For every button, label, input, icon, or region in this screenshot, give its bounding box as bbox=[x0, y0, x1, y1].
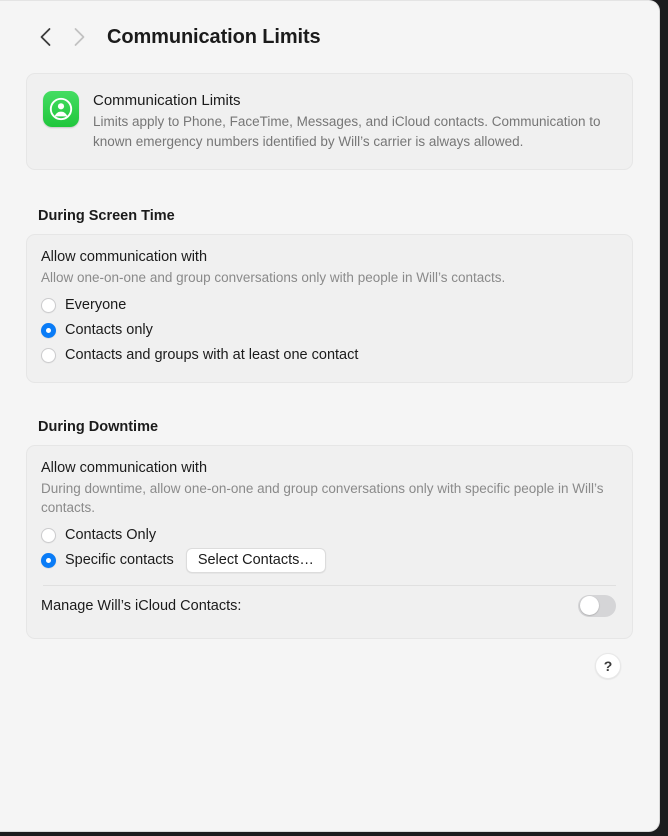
back-button[interactable] bbox=[28, 20, 62, 54]
screen-time-field-label: Allow communication with bbox=[41, 249, 208, 265]
help-button[interactable]: ? bbox=[595, 652, 621, 679]
radio-label: Everyone bbox=[65, 297, 127, 313]
screen-time-field-help: Allow one-on-one and group conversations… bbox=[41, 270, 506, 285]
radio-option-contacts-and-groups[interactable]: Contacts and groups with at least one co… bbox=[41, 343, 618, 368]
radio-option-specific-contacts[interactable]: Specific contacts Select Contacts… bbox=[41, 547, 618, 573]
toggle-knob bbox=[579, 596, 599, 615]
downtime-card: Allow communication with During downtime… bbox=[26, 444, 633, 639]
radio-option-everyone[interactable]: Everyone bbox=[41, 293, 618, 318]
radio-option-contacts-only-downtime[interactable]: Contacts Only bbox=[41, 523, 618, 548]
info-description: Limits apply to Phone, FaceTime, Message… bbox=[93, 114, 601, 149]
settings-content: Communication Limits Communication Limit… bbox=[0, 1, 659, 679]
radio-label: Contacts only bbox=[65, 322, 153, 338]
person-circle-glyph bbox=[49, 97, 73, 121]
radio-indicator bbox=[41, 347, 56, 363]
screen-time-radio-group: Everyone Contacts only Contacts and grou… bbox=[41, 293, 618, 368]
radio-label: Contacts Only bbox=[65, 527, 157, 543]
communication-limits-info-card: Communication Limits Limits apply to Pho… bbox=[26, 73, 633, 170]
radio-label: Specific contacts bbox=[65, 552, 174, 568]
chevron-right-icon bbox=[73, 27, 86, 47]
question-mark-icon: ? bbox=[603, 657, 613, 674]
screen-time-section-title: During Screen Time bbox=[38, 208, 175, 224]
manage-icloud-contacts-label: Manage Will’s iCloud Contacts: bbox=[41, 597, 242, 614]
forward-button[interactable] bbox=[62, 20, 96, 54]
downtime-field-help: During downtime, allow one-on-one and gr… bbox=[41, 480, 604, 516]
help-row: ? bbox=[26, 639, 633, 679]
radio-option-contacts-only[interactable]: Contacts only bbox=[41, 318, 618, 343]
radio-indicator-selected bbox=[41, 322, 56, 338]
radio-indicator bbox=[41, 297, 56, 313]
radio-indicator-selected bbox=[41, 552, 56, 568]
radio-indicator bbox=[41, 527, 56, 543]
screen-time-card: Allow communication with Allow one-on-on… bbox=[26, 234, 633, 383]
manage-icloud-contacts-toggle[interactable] bbox=[578, 594, 616, 617]
navigation-bar: Communication Limits bbox=[26, 1, 633, 73]
communication-limits-icon bbox=[43, 91, 79, 127]
info-title: Communication Limits bbox=[93, 92, 241, 109]
chevron-left-icon bbox=[39, 27, 52, 47]
settings-window: Communication Limits Communication Limit… bbox=[0, 0, 660, 832]
info-text-block: Communication Limits Limits apply to Pho… bbox=[93, 90, 616, 151]
divider bbox=[43, 584, 616, 586]
downtime-field-label: Allow communication with bbox=[41, 459, 208, 476]
select-contacts-button[interactable]: Select Contacts… bbox=[185, 547, 326, 573]
page-title: Communication Limits bbox=[107, 25, 321, 48]
radio-label: Contacts and groups with at least one co… bbox=[65, 347, 359, 363]
downtime-section-title: During Downtime bbox=[38, 418, 159, 435]
manage-icloud-contacts-row: Manage Will’s iCloud Contacts: bbox=[41, 588, 618, 624]
downtime-radio-group: Contacts Only Specific contacts Select C… bbox=[41, 523, 618, 573]
